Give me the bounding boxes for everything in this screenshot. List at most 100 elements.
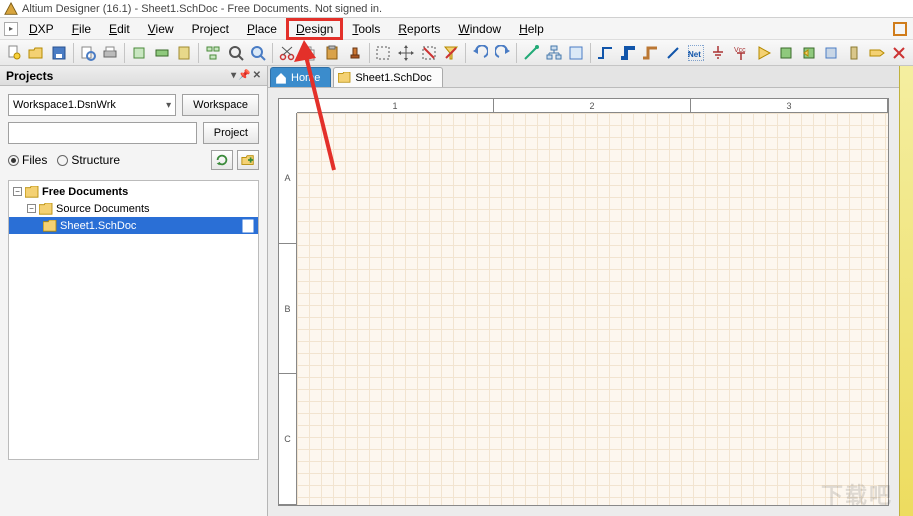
cross-probe-icon[interactable]	[520, 42, 542, 64]
deselect-icon[interactable]	[418, 42, 440, 64]
zoom-fit-icon[interactable]	[128, 42, 150, 64]
projects-panel: Projects ▾ 📌 ✕ Workspace1.DsnWrk Workspa…	[0, 66, 268, 516]
rubber-stamp-icon[interactable]	[344, 42, 366, 64]
sheet-icon[interactable]	[173, 42, 195, 64]
separator	[124, 43, 125, 63]
folder-icon	[338, 72, 351, 83]
add-panel-icon[interactable]	[237, 150, 259, 170]
structure-radio[interactable]: Structure	[57, 153, 120, 167]
component-icon[interactable]	[151, 42, 173, 64]
clear-filter-icon[interactable]	[440, 42, 462, 64]
panel-dropdown-icon[interactable]: ▾	[231, 70, 236, 81]
separator	[369, 43, 370, 63]
tree-group-row[interactable]: − Source Documents	[9, 200, 258, 217]
panel-close-icon[interactable]: ✕	[253, 70, 261, 81]
sheet-symbol-icon[interactable]	[775, 42, 797, 64]
menu-view[interactable]: View	[139, 19, 183, 39]
sheet-grid[interactable]	[297, 113, 888, 505]
workspace-select[interactable]: Workspace1.DsnWrk	[8, 94, 176, 116]
port-icon[interactable]	[866, 42, 888, 64]
no-erc-icon[interactable]	[889, 42, 911, 64]
menu-help[interactable]: Help	[510, 19, 553, 39]
menu-edit[interactable]: Edit	[100, 19, 139, 39]
bus-icon[interactable]	[617, 42, 639, 64]
signal-harness-icon[interactable]	[640, 42, 662, 64]
cut-icon[interactable]	[276, 42, 298, 64]
menu-file[interactable]: File	[63, 19, 100, 39]
save-icon[interactable]	[48, 42, 70, 64]
hierarchy2-icon[interactable]	[543, 42, 565, 64]
select-rect-icon[interactable]	[373, 42, 395, 64]
move-icon[interactable]	[395, 42, 417, 64]
project-button[interactable]: Project	[203, 122, 259, 144]
menu-window[interactable]: Window	[449, 19, 510, 39]
undo-icon[interactable]	[469, 42, 491, 64]
net-label-icon[interactable]: Net	[685, 42, 707, 64]
tab-home[interactable]: Home	[270, 67, 331, 87]
paste-icon[interactable]	[321, 42, 343, 64]
workspace-button[interactable]: Workspace	[182, 94, 259, 116]
harness-connector-icon[interactable]	[843, 42, 865, 64]
toolbar: Net Vcc	[0, 40, 913, 66]
canvas-area: Home Sheet1.SchDoc 1 2 3 A B C 下载吧	[268, 66, 899, 516]
device-sheet-icon[interactable]	[821, 42, 843, 64]
menu-reports[interactable]: Reports	[389, 19, 449, 39]
menu-place[interactable]: Place	[238, 19, 286, 39]
separator	[590, 43, 591, 63]
part-icon[interactable]	[753, 42, 775, 64]
schematic-sheet[interactable]: 1 2 3 A B C	[278, 98, 889, 506]
svg-text:Net: Net	[688, 50, 701, 59]
menu-dxp[interactable]: DDXPXP	[20, 19, 63, 39]
expander-icon[interactable]: −	[27, 204, 36, 213]
hierarchy-icon[interactable]	[202, 42, 224, 64]
project-input[interactable]	[8, 122, 197, 144]
print-preview-icon[interactable]	[77, 42, 99, 64]
project-tree[interactable]: − Free Documents − Source Documents Shee…	[8, 180, 259, 460]
folder-icon	[43, 220, 57, 232]
title-text: Altium Designer (16.1) - Sheet1.SchDoc -…	[22, 3, 382, 15]
vcc-icon[interactable]: Vcc	[730, 42, 752, 64]
dxp-dropdown-icon[interactable]: ▸	[4, 22, 18, 36]
copy-icon[interactable]	[299, 42, 321, 64]
menu-project[interactable]: Project	[183, 19, 238, 39]
doc-tabs: Home Sheet1.SchDoc	[268, 66, 899, 88]
tree-root-row[interactable]: − Free Documents	[9, 183, 258, 200]
tree-doc-row[interactable]: Sheet1.SchDoc	[9, 217, 258, 234]
separator	[516, 43, 517, 63]
panel-header[interactable]: Projects ▾ 📌 ✕	[0, 66, 267, 86]
zoom-region-icon[interactable]	[225, 42, 247, 64]
tree-group-label: Source Documents	[56, 203, 150, 215]
files-radio[interactable]: Files	[8, 153, 47, 167]
redo-icon[interactable]	[492, 42, 514, 64]
expander-icon[interactable]: −	[13, 187, 22, 196]
menubar: ▸ DDXPXP File Edit View Project Place De…	[0, 18, 913, 40]
new-doc-icon[interactable]	[3, 42, 25, 64]
sheet-entry-icon[interactable]	[798, 42, 820, 64]
menu-design[interactable]: Design	[286, 18, 343, 40]
ruler-seg: B	[279, 244, 296, 375]
zoom-icon[interactable]	[247, 42, 269, 64]
tree-doc-label: Sheet1.SchDoc	[60, 220, 136, 232]
ruler-seg: C	[279, 374, 296, 505]
browse-icon[interactable]	[566, 42, 588, 64]
refresh-panel-icon[interactable]	[211, 150, 233, 170]
doc-icon	[242, 219, 254, 233]
folder-icon	[25, 186, 39, 198]
menu-right-icon[interactable]	[889, 18, 911, 40]
separator	[272, 43, 273, 63]
separator	[73, 43, 74, 63]
wire-icon[interactable]	[594, 42, 616, 64]
tab-doc[interactable]: Sheet1.SchDoc	[333, 67, 442, 87]
ruler-seg: A	[279, 113, 296, 244]
print-icon[interactable]	[100, 42, 122, 64]
tab-doc-label: Sheet1.SchDoc	[355, 72, 431, 84]
separator	[465, 43, 466, 63]
panel-pin-icon[interactable]: 📌	[238, 70, 250, 81]
ruler-vertical: A B C	[279, 113, 297, 505]
open-icon[interactable]	[26, 42, 48, 64]
menu-tools[interactable]: Tools	[343, 19, 389, 39]
gnd-icon[interactable]	[707, 42, 729, 64]
separator	[198, 43, 199, 63]
right-dock-strip[interactable]	[899, 66, 913, 516]
bus-entry-icon[interactable]	[662, 42, 684, 64]
